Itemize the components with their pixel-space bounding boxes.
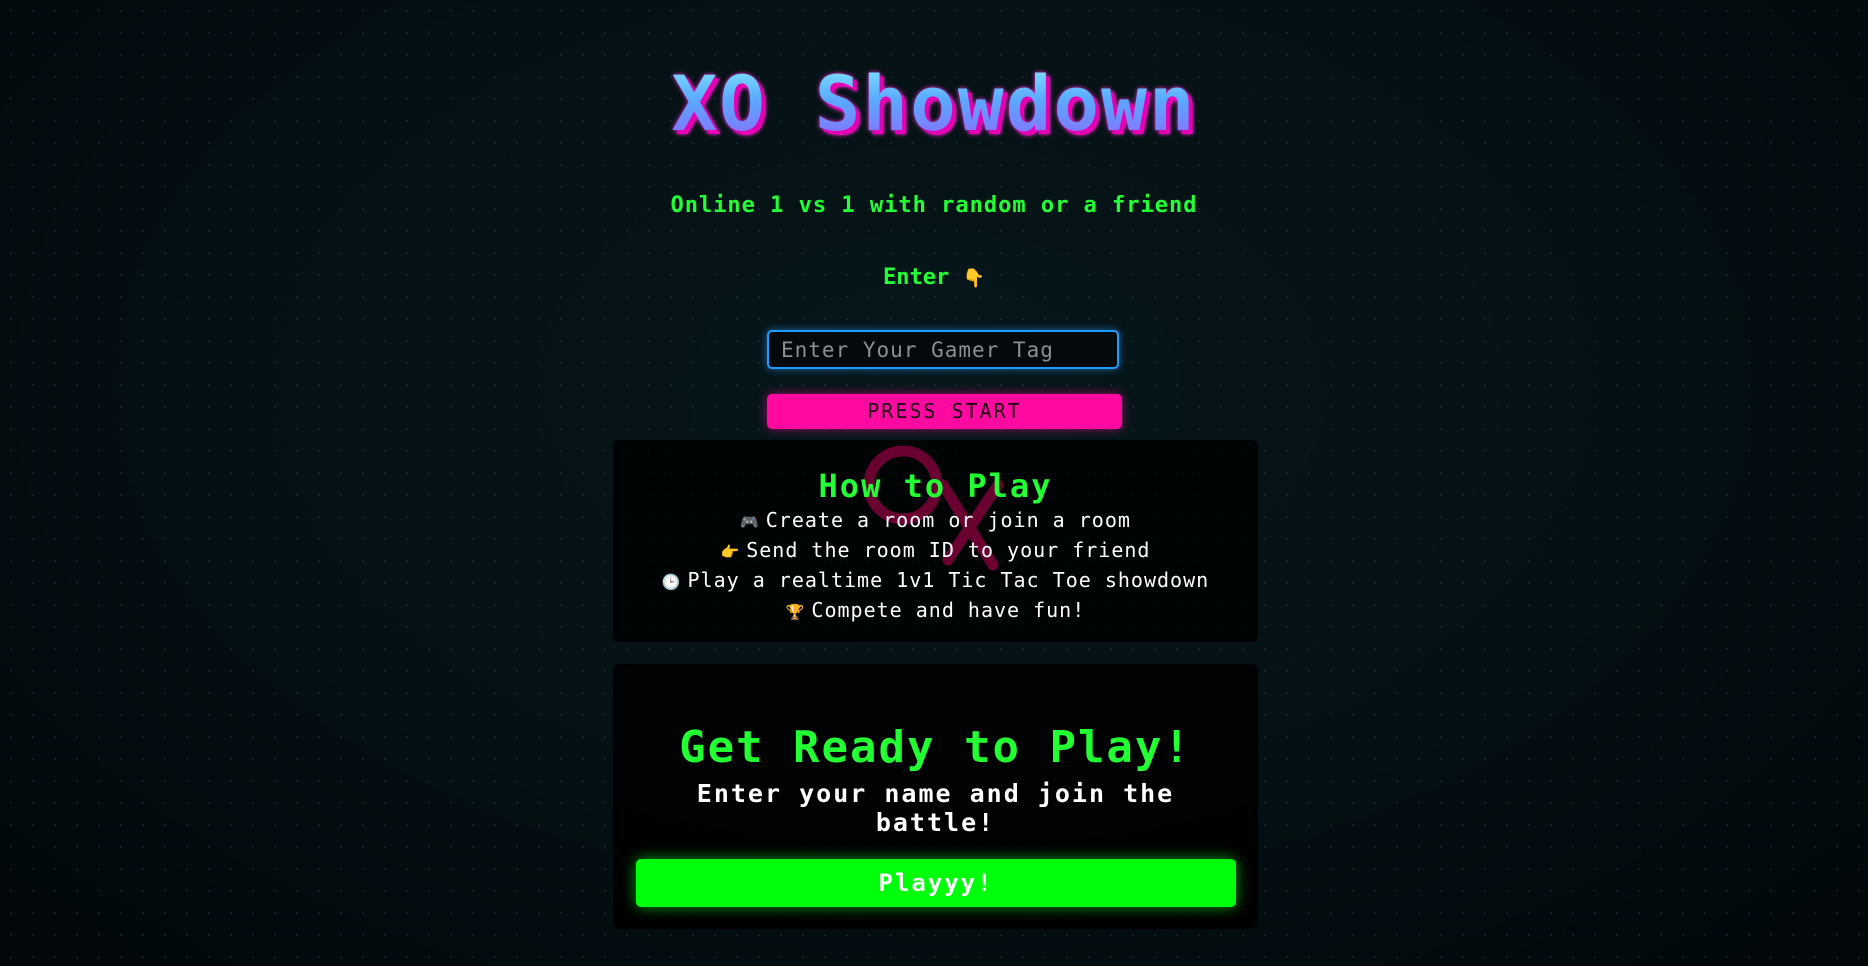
step-item: 👉 Send the room ID to your friend — [613, 536, 1258, 566]
step-item: 🕒 Play a realtime 1v1 Tic Tac Toe showdow… — [613, 566, 1258, 596]
how-to-play-title: How to Play — [818, 467, 1053, 505]
play-button[interactable]: Playyy! — [636, 859, 1236, 907]
game-controller-icon: 🎮 — [740, 513, 760, 531]
step-text: Play a realtime 1v1 Tic Tac Toe showdown — [687, 568, 1210, 592]
get-ready-title: Get Ready to Play! — [679, 722, 1192, 773]
app-subtitle: Online 1 vs 1 with random or a friend — [670, 193, 1198, 218]
get-ready-text: Enter your name and join the battle! — [696, 779, 1175, 837]
step-item: 🏆 Compete and have fun! — [613, 596, 1258, 626]
step-text: Send the room ID to your friend — [746, 538, 1151, 562]
enter-prompt: Enter 👇 — [0, 265, 1868, 290]
get-ready-panel: Get Ready to Play! Enter your name and j… — [613, 664, 1258, 929]
gamer-tag-input[interactable] — [767, 330, 1119, 369]
step-item: 🎮 Create a room or join a room — [613, 506, 1258, 536]
how-to-play-panel: How to Play 🎮 Create a room or join a roo… — [613, 440, 1258, 642]
press-start-button[interactable]: PRESS START — [767, 394, 1122, 429]
app-title: XO Showdown — [0, 66, 1868, 142]
pointing-down-icon: 👇 — [962, 268, 985, 289]
step-text: Create a room or join a room — [765, 508, 1131, 532]
how-to-play-steps: 🎮 Create a room or join a room 👉 Send the … — [613, 506, 1258, 626]
trophy-icon: 🏆 — [785, 603, 806, 621]
enter-prompt-label: Enter — [883, 265, 950, 290]
pointing-right-icon: 👉 — [720, 543, 741, 561]
clock-icon: 🕒 — [661, 573, 682, 591]
step-text: Compete and have fun! — [811, 598, 1086, 622]
